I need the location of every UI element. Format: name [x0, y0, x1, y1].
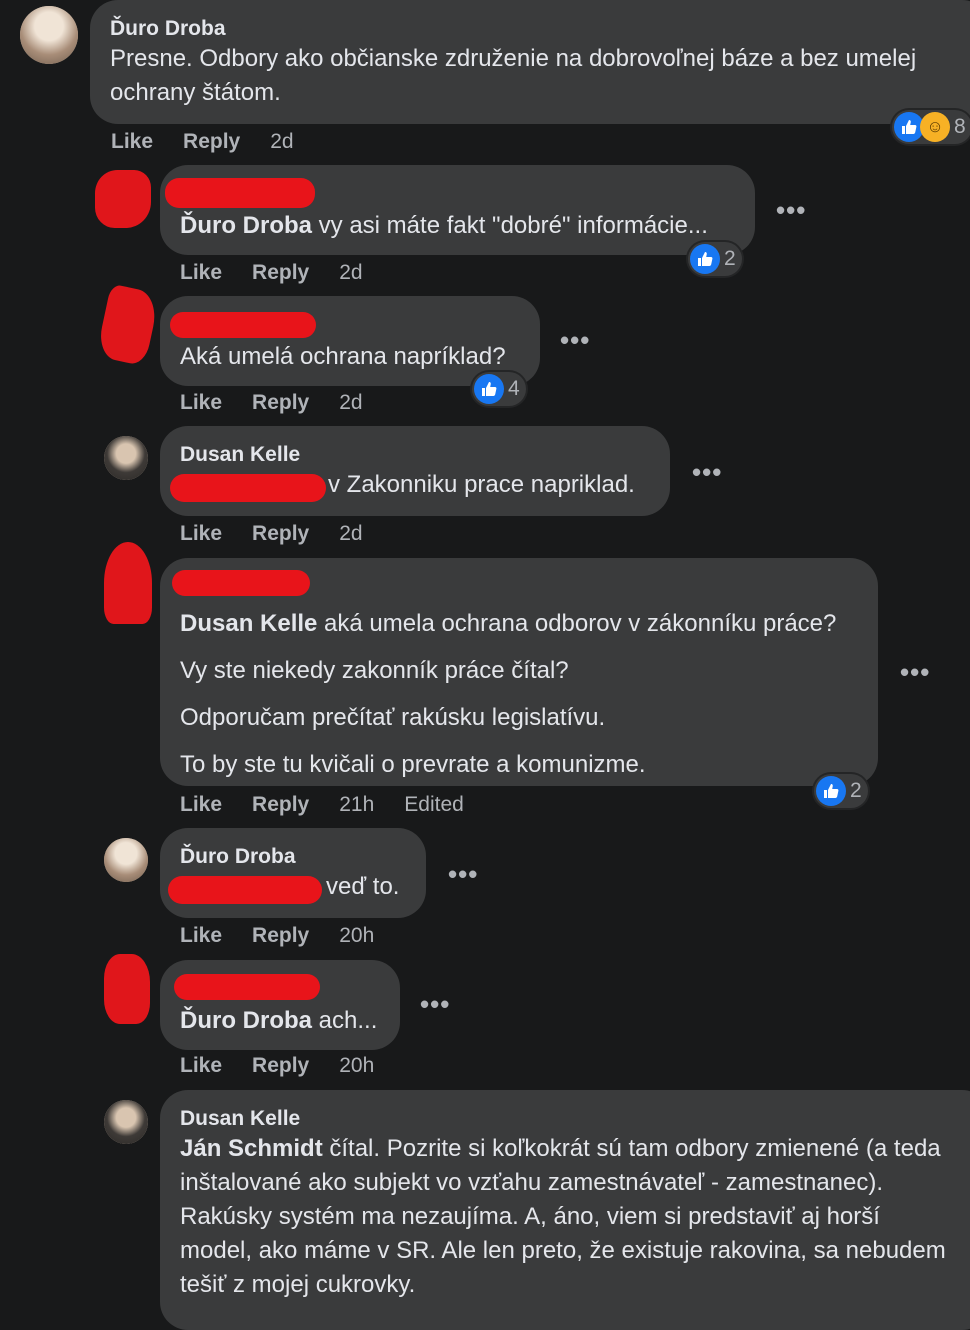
comment-bubble: Ďuro Droba Presne. Odbory ako občianske … — [90, 0, 970, 124]
reply-button[interactable]: Reply — [252, 261, 309, 285]
comment-actions: Like Reply 2d — [180, 522, 363, 546]
comment-timestamp[interactable]: 2d — [339, 391, 362, 415]
comment-text: Ďuro Droba vy asi máte fakt "dobré" info… — [180, 209, 735, 243]
like-button[interactable]: Like — [180, 1054, 222, 1078]
redacted-mention — [170, 474, 326, 502]
comment-actions: Like Reply 20h — [180, 1054, 374, 1078]
reaction-count: 4 — [508, 377, 520, 400]
like-button[interactable]: Like — [180, 522, 222, 546]
edited-label[interactable]: Edited — [404, 793, 464, 817]
like-button[interactable]: Like — [111, 130, 153, 154]
comment-author[interactable]: Dusan Kelle — [180, 1106, 970, 1132]
comment-body: ach... — [312, 1007, 378, 1034]
more-options-button[interactable]: ••• — [448, 861, 478, 887]
mention-link[interactable]: Ján Schmidt — [180, 1135, 323, 1162]
comment-line: Vy ste niekedy zakonník práce čítal? — [180, 657, 569, 684]
comment-text: Aká umelá ochrana napríklad? — [180, 343, 506, 370]
reaction-summary[interactable]: 4 — [472, 372, 526, 406]
comment-actions: Like Reply 21h Edited — [180, 793, 464, 817]
redacted-mention — [168, 876, 322, 904]
like-button[interactable]: Like — [180, 924, 222, 948]
mention-link[interactable]: Dusan Kelle — [180, 610, 317, 637]
comment-timestamp[interactable]: 2d — [339, 261, 362, 285]
avatar[interactable] — [20, 6, 78, 64]
mention-link[interactable]: Ďuro Droba — [180, 212, 312, 239]
comment-text: Ján Schmidt čítal. Pozrite si koľkokrát … — [180, 1132, 950, 1302]
comment-bubble: Dusan Kelle v Zakonniku prace napriklad. — [160, 426, 670, 516]
reaction-summary[interactable]: ☺ 8 — [892, 110, 970, 144]
reaction-count: 8 — [954, 115, 966, 138]
like-reaction-icon — [690, 244, 720, 274]
comment-text: Dusan Kelle aká umela ochrana odborov v … — [180, 600, 858, 788]
like-button[interactable]: Like — [180, 391, 222, 415]
redacted-author-name — [165, 178, 315, 208]
comment-actions: Like Reply 2d — [180, 261, 363, 285]
haha-reaction-icon: ☺ — [920, 112, 950, 142]
redacted-author-name — [170, 312, 316, 338]
redacted-avatar — [104, 542, 152, 624]
comment-timestamp[interactable]: 20h — [339, 1054, 374, 1078]
avatar[interactable] — [104, 1100, 148, 1144]
reply-button[interactable]: Reply — [252, 391, 309, 415]
comment-timestamp[interactable]: 21h — [339, 793, 374, 817]
comment-bubble: Ďuro Droba veď to. — [160, 828, 426, 918]
reaction-count: 2 — [724, 247, 736, 270]
more-options-button[interactable]: ••• — [900, 659, 930, 685]
comment-timestamp[interactable]: 20h — [339, 924, 374, 948]
comment-body: vy asi máte fakt "dobré" informácie... — [312, 212, 708, 239]
comment-actions: Like Reply 2d — [111, 130, 294, 154]
comment-timestamp[interactable]: 2d — [339, 522, 362, 546]
redacted-author-name — [172, 570, 310, 596]
comment-line: aká umela ochrana odborov v zákonníku pr… — [317, 610, 837, 637]
reply-button[interactable]: Reply — [183, 130, 240, 154]
comment-author[interactable]: Dusan Kelle — [180, 442, 650, 468]
more-options-button[interactable]: ••• — [420, 991, 450, 1017]
avatar[interactable] — [104, 436, 148, 480]
redacted-avatar — [95, 170, 151, 228]
redacted-avatar — [104, 954, 150, 1024]
comment-author[interactable]: Ďuro Droba — [110, 16, 970, 42]
more-options-button[interactable]: ••• — [692, 459, 722, 485]
comment-text: Ďuro Droba ach... — [180, 1004, 380, 1038]
reply-button[interactable]: Reply — [252, 1054, 309, 1078]
comment-actions: Like Reply 20h — [180, 924, 374, 948]
reaction-count: 2 — [850, 779, 862, 802]
redacted-avatar — [95, 283, 161, 367]
reaction-summary[interactable]: 2 — [814, 774, 868, 808]
mention-link[interactable]: Ďuro Droba — [180, 1007, 312, 1034]
like-reaction-icon — [474, 374, 504, 404]
reply-button[interactable]: Reply — [252, 793, 309, 817]
redacted-author-name — [174, 974, 320, 1000]
comment-text: Presne. Odbory ako občianske združenie n… — [110, 45, 917, 106]
comment-actions: Like Reply 2d — [180, 391, 363, 415]
more-options-button[interactable]: ••• — [776, 197, 806, 223]
reply-button[interactable]: Reply — [252, 924, 309, 948]
like-button[interactable]: Like — [180, 261, 222, 285]
comment-author[interactable]: Ďuro Droba — [180, 844, 406, 870]
like-reaction-icon — [816, 776, 846, 806]
comment-timestamp[interactable]: 2d — [270, 130, 293, 154]
more-options-button[interactable]: ••• — [560, 327, 590, 353]
like-button[interactable]: Like — [180, 793, 222, 817]
reply-button[interactable]: Reply — [252, 522, 309, 546]
comment-bubble: Dusan Kelle Ján Schmidt čítal. Pozrite s… — [160, 1090, 970, 1330]
reaction-summary[interactable]: 2 — [688, 242, 742, 276]
comment-line: Odporučam prečítať rakúsku legislatívu. — [180, 704, 606, 731]
comment-line: To by ste tu kvičali o prevrate a komuni… — [180, 751, 646, 778]
avatar[interactable] — [104, 838, 148, 882]
